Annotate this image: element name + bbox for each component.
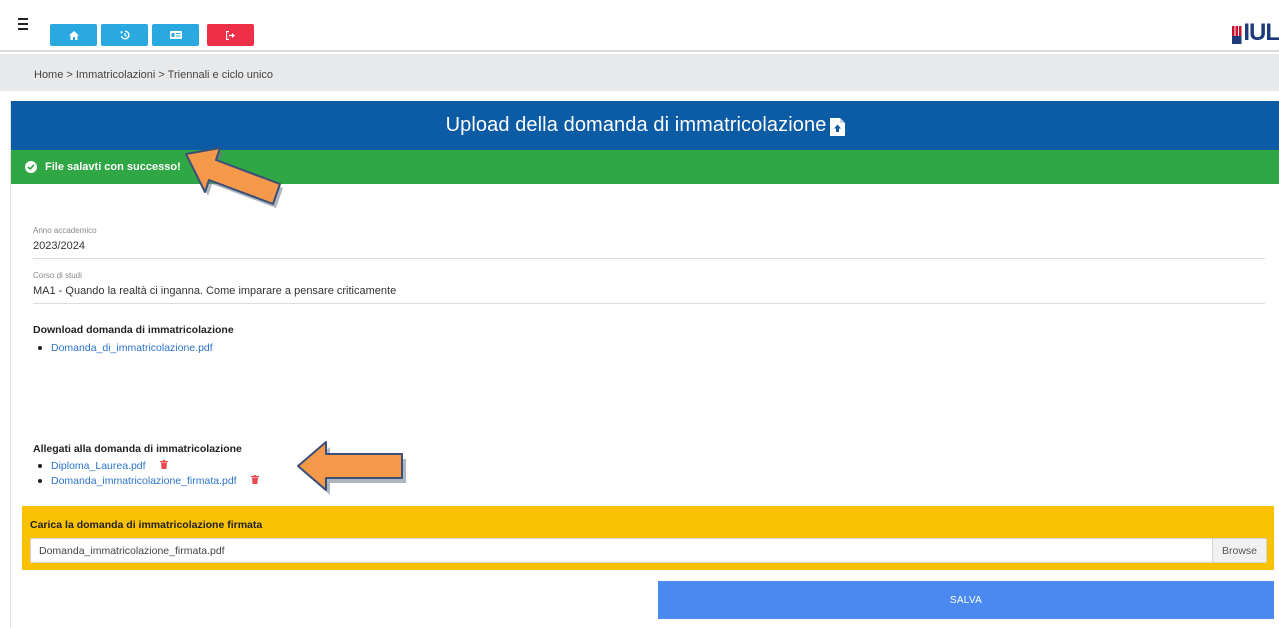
breadcrumb-bar: Home > Immatricolazioni > Triennali e ci…	[0, 54, 1279, 91]
logout-button[interactable]	[207, 24, 254, 46]
home-button[interactable]	[50, 24, 97, 46]
history-button[interactable]	[101, 24, 148, 46]
download-file-link[interactable]: Domanda_di_immatricolazione.pdf	[51, 342, 213, 354]
home-icon	[68, 30, 79, 40]
breadcrumb: Home > Immatricolazioni > Triennali e ci…	[34, 69, 274, 81]
file-upload-icon	[830, 117, 846, 136]
save-button[interactable]: SALVA	[658, 581, 1274, 619]
list-item: Diploma_Laurea.pdf	[38, 458, 259, 473]
page-title: Upload della domanda di immatricolazione	[445, 114, 827, 136]
top-navbar: IUL	[0, 0, 1279, 52]
upload-label: Carica la domanda di immatricolazione fi…	[30, 519, 263, 531]
hamburger-icon[interactable]	[18, 18, 34, 32]
field-label: Corso di studi	[33, 271, 82, 280]
upload-panel: Carica la domanda di immatricolazione fi…	[22, 506, 1274, 570]
alert-message: File salavti con successo!	[45, 161, 181, 173]
download-section-title: Download domanda di immatricolazione	[33, 324, 234, 336]
selected-file-name[interactable]: Domanda_immatricolazione_firmata.pdf	[31, 539, 1212, 562]
annotation-arrow-icon	[185, 147, 283, 208]
course-field: Corso di studi MA1 - Quando la realtà ci…	[33, 271, 1265, 304]
field-label: Anno accademico	[33, 226, 97, 235]
id-card-icon	[169, 31, 182, 39]
file-upload-input[interactable]: Domanda_immatricolazione_firmata.pdf Bro…	[30, 538, 1267, 563]
logout-icon	[225, 30, 235, 40]
logo-text: IUL	[1243, 19, 1279, 46]
list-item: Domanda_di_immatricolazione.pdf	[38, 340, 213, 355]
download-file-list: Domanda_di_immatricolazione.pdf	[38, 340, 213, 355]
field-value: MA1 - Quando la realtà ci inganna. Come …	[33, 285, 397, 297]
attachment-file-link[interactable]: Diploma_Laurea.pdf	[51, 460, 146, 472]
iul-logo[interactable]: IUL	[1232, 20, 1279, 46]
list-item: Domanda_immatricolazione_firmata.pdf	[38, 473, 259, 488]
field-value: 2023/2024	[33, 240, 85, 252]
attachments-file-list: Diploma_Laurea.pdf Domanda_immatricolazi…	[38, 458, 259, 488]
attachment-file-link[interactable]: Domanda_immatricolazione_firmata.pdf	[51, 475, 237, 487]
history-icon	[119, 30, 130, 40]
attachments-section-title: Allegati alla domanda di immatricolazion…	[33, 443, 242, 455]
id-card-button[interactable]	[152, 24, 199, 46]
trash-icon[interactable]	[159, 459, 168, 472]
logo-mark-icon	[1232, 22, 1242, 44]
academic-year-field: Anno accademico 2023/2024	[33, 226, 1265, 259]
check-circle-icon	[25, 161, 37, 173]
annotation-arrow-icon	[297, 441, 406, 495]
trash-icon[interactable]	[250, 474, 259, 487]
browse-button[interactable]: Browse	[1212, 539, 1266, 562]
